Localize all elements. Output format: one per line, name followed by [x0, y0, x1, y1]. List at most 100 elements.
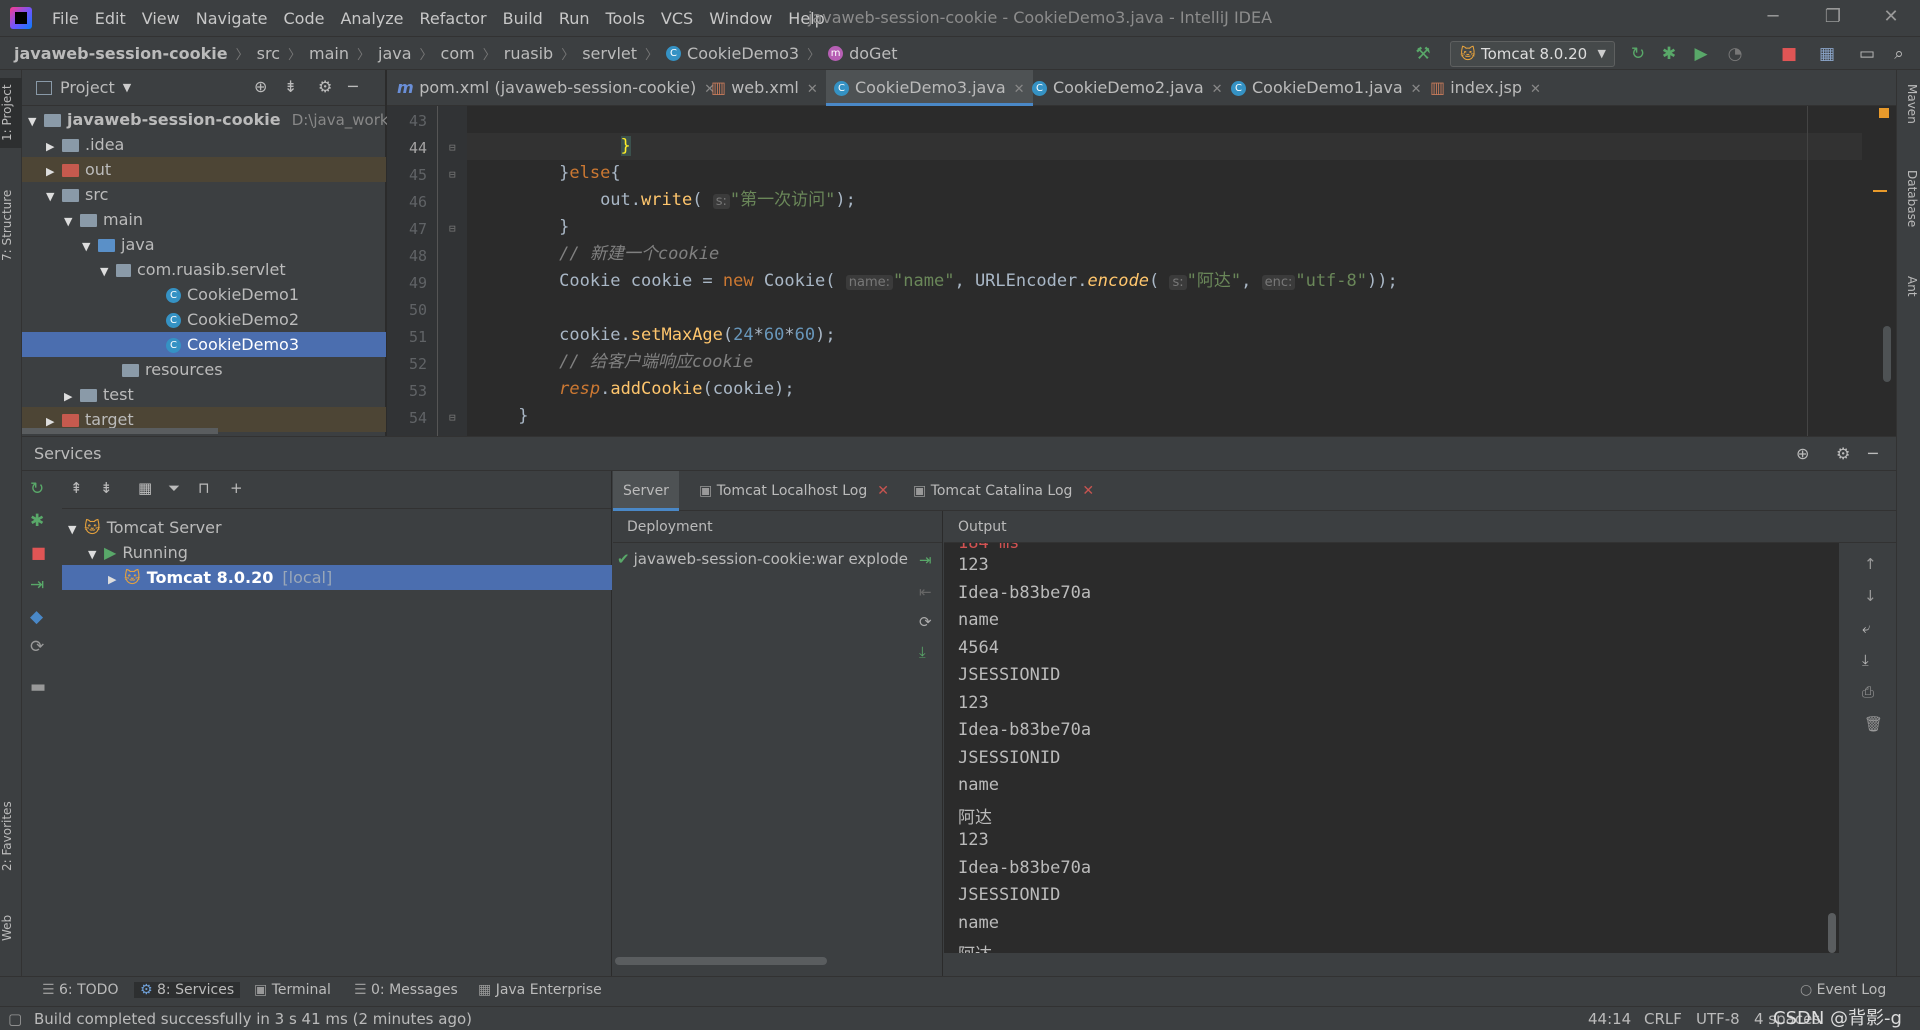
deployment-item[interactable]: ✔ javaweb-session-cookie:war explode	[617, 547, 917, 571]
tool-tab-event-log[interactable]: ○ Event Log	[1800, 982, 1886, 998]
status-panel-icon[interactable]: ▢	[8, 1010, 22, 1028]
project-structure-icon[interactable]: ▦	[1816, 43, 1838, 65]
breadcrumb-project[interactable]: javaweb-session-cookie	[14, 44, 228, 63]
menu-view[interactable]: View	[134, 9, 188, 28]
close-icon[interactable]: ✕	[1876, 6, 1906, 27]
tool-tab-maven[interactable]: Maven	[1899, 84, 1919, 144]
tree-node-cookiedemo2[interactable]: C CookieDemo2	[22, 307, 386, 332]
breadcrumb-main[interactable]: main	[309, 44, 349, 63]
tab-cookiedemo3-java[interactable]: C CookieDemo3.java ✕	[826, 70, 1033, 106]
expand-arrow-icon[interactable]: ▶	[108, 567, 124, 592]
tab-cookiedemo1-java[interactable]: C CookieDemo1.java ✕	[1223, 70, 1430, 106]
expand-all-icon[interactable]: ⇞	[70, 479, 83, 497]
editor-scrollbar[interactable]	[1883, 326, 1891, 382]
stop-icon[interactable]: ■	[1778, 43, 1800, 65]
debug-icon[interactable]: ✱	[30, 511, 44, 531]
run-coverage-icon[interactable]: ▶	[1690, 43, 1712, 65]
refresh-icon[interactable]: ⟳	[30, 637, 44, 657]
locate-icon[interactable]: ⊕	[1796, 437, 1809, 471]
analysis-status-icon[interactable]	[1879, 108, 1889, 118]
tree-node-running[interactable]: ▼ ▶ Running	[62, 540, 612, 565]
close-icon[interactable]: ✕	[1411, 82, 1422, 97]
new-tab-icon[interactable]: ⊓	[198, 479, 210, 497]
menu-code[interactable]: Code	[276, 9, 333, 28]
minimize-icon[interactable]: ─	[1758, 6, 1788, 27]
deploy-artifact-icon[interactable]: ⇥	[919, 551, 932, 569]
tab-tomcat-localhost-log[interactable]: ▣ Tomcat Localhost Log ✕	[699, 471, 889, 511]
tree-node-java[interactable]: ▼ java	[22, 232, 386, 257]
layout-icon[interactable]: ▬	[30, 677, 46, 697]
tab-index-jsp[interactable]: ▥ index.jsp ✕	[1422, 70, 1549, 106]
chevron-down-icon[interactable]: ▼	[123, 81, 131, 94]
tool-tab-terminal[interactable]: ▣ Terminal	[254, 982, 331, 998]
tree-node-tomcat-instance[interactable]: ▶ 🐱 Tomcat 8.0.20 [local]	[62, 565, 612, 590]
tool-tab-structure[interactable]: 7: Structure	[0, 180, 22, 270]
group-by-icon[interactable]: ▦	[138, 479, 152, 497]
expand-arrow-icon[interactable]: ▼	[88, 542, 104, 567]
tab-tomcat-catalina-log[interactable]: ▣ Tomcat Catalina Log ✕	[913, 471, 1094, 511]
add-service-icon[interactable]: +	[230, 479, 243, 497]
menu-tools[interactable]: Tools	[598, 9, 653, 28]
collapse-all-icon[interactable]: ⇟	[100, 479, 113, 497]
close-icon[interactable]: ✕	[1082, 483, 1094, 499]
toggle-toolbar-icon[interactable]: ▭	[1856, 43, 1878, 65]
tool-tab-ant[interactable]: Ant	[1899, 276, 1919, 316]
tab-web-xml[interactable]: ▥ web.xml ✕	[703, 70, 826, 106]
menu-analyze[interactable]: Analyze	[332, 9, 411, 28]
tree-node-out[interactable]: ▶ out	[22, 157, 386, 182]
soft-wrap-icon[interactable]: ⤶	[1862, 619, 1870, 637]
tool-tab-messages[interactable]: ☰ 0: Messages	[354, 982, 458, 998]
expand-arrow-icon[interactable]: ▶	[46, 159, 62, 184]
rerun-icon[interactable]: ↻	[1627, 43, 1649, 65]
tree-node-test[interactable]: ▶ test	[22, 382, 386, 407]
fold-marker-icon[interactable]: ⊟	[449, 141, 456, 154]
tree-node-tomcat-server[interactable]: ▼ 🐱 Tomcat Server	[62, 515, 612, 540]
fold-marker-icon[interactable]: ⊟	[449, 168, 456, 181]
deploy-icon[interactable]: ⇥	[30, 575, 44, 595]
warning-marker[interactable]	[1873, 190, 1887, 192]
scroll-to-end-icon[interactable]: ⤓	[1862, 651, 1869, 669]
fold-marker-icon[interactable]: ⊟	[449, 222, 456, 235]
breadcrumb-method[interactable]: doGet	[849, 44, 897, 63]
project-view-label[interactable]: Project	[60, 78, 115, 97]
expand-arrow-icon[interactable]: ▼	[28, 109, 44, 134]
expand-arrow-icon[interactable]: ▼	[46, 184, 62, 209]
close-icon[interactable]: ✕	[1530, 82, 1541, 97]
menu-edit[interactable]: Edit	[87, 9, 134, 28]
output-console[interactable]: 184 ms 123 Idea-b83be70a name 4564 JSESS…	[944, 543, 1839, 953]
close-icon[interactable]: ✕	[1014, 82, 1025, 97]
breadcrumb-com[interactable]: com	[441, 44, 475, 63]
menu-file[interactable]: File	[44, 9, 87, 28]
hide-panel-icon[interactable]: ─	[348, 77, 358, 96]
menu-vcs[interactable]: VCS	[653, 9, 701, 28]
breadcrumb-ruasib[interactable]: ruasib	[504, 44, 553, 63]
restore-icon[interactable]: ❐	[1818, 6, 1848, 27]
scroll-up-icon[interactable]: ↑	[1864, 555, 1877, 573]
rerun-icon[interactable]: ↻	[30, 479, 44, 499]
expand-arrow-icon[interactable]: ▼	[68, 517, 84, 542]
tool-tab-favorites[interactable]: 2: Favorites	[0, 790, 22, 882]
tree-node-src[interactable]: ▼ src	[22, 182, 386, 207]
menu-window[interactable]: Window	[701, 9, 780, 28]
profile-icon[interactable]: ◔	[1724, 43, 1746, 65]
refresh-icon[interactable]: ⟳	[919, 613, 932, 631]
expand-arrow-icon[interactable]: ▼	[82, 234, 98, 259]
code-editor[interactable]: 43 44 45 46 47 48 49 50 51 52 53 54 ⊟ ⊟ …	[387, 106, 1896, 436]
menu-navigate[interactable]: Navigate	[188, 9, 276, 28]
close-icon[interactable]: ✕	[877, 483, 889, 499]
download-icon[interactable]: ⤓	[919, 643, 926, 661]
scroll-down-icon[interactable]: ↓	[1864, 587, 1877, 605]
vertical-scrollbar[interactable]	[1828, 913, 1836, 953]
gear-icon[interactable]: ⚙	[318, 77, 332, 96]
tree-node-cookiedemo1[interactable]: C CookieDemo1	[22, 282, 386, 307]
tool-tab-web[interactable]: Web	[0, 908, 22, 948]
tab-pom-xml[interactable]: m pom.xml (javaweb-session-cookie) ✕	[389, 70, 723, 106]
breadcrumb-java[interactable]: java	[378, 44, 412, 63]
tab-server[interactable]: Server	[613, 471, 679, 511]
tool-tab-services[interactable]: ⚙ 8: Services	[134, 982, 241, 998]
expand-arrow-icon[interactable]: ▼	[100, 259, 116, 284]
build-hammer-icon[interactable]: ⚒	[1412, 43, 1434, 65]
update-app-icon[interactable]: ◆	[30, 607, 43, 627]
fold-marker-icon[interactable]: ⊟	[449, 411, 456, 424]
file-encoding[interactable]: UTF-8	[1696, 1010, 1740, 1028]
